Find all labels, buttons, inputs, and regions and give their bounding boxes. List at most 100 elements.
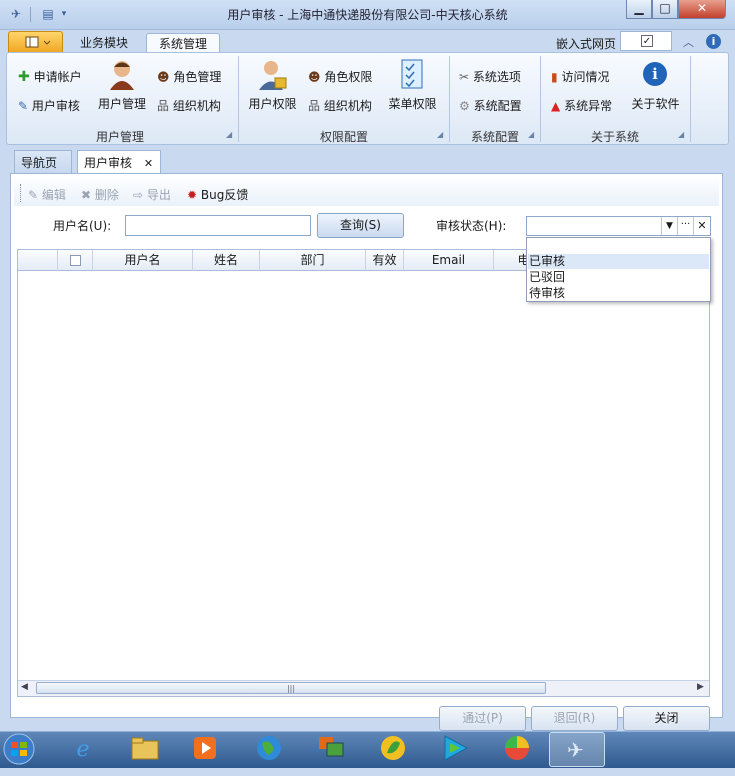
media-player-icon[interactable] bbox=[186, 733, 224, 766]
role-key-icon: ☻ bbox=[308, 70, 321, 84]
dropdown-option-pending[interactable]: 待审核 bbox=[528, 286, 709, 301]
user-audit-button[interactable]: ✎ 用户审核 bbox=[18, 97, 80, 114]
select-all-checkbox[interactable] bbox=[70, 255, 81, 266]
menu-permission-button[interactable]: 菜单权限 bbox=[385, 58, 440, 118]
toolbar bbox=[14, 178, 719, 206]
system-options-button[interactable]: ✂ 系统选项 bbox=[459, 68, 521, 85]
org-button[interactable]: 品 组织机构 bbox=[157, 97, 221, 114]
checklist-icon bbox=[401, 59, 423, 89]
window-title: 用户审核 - 上海中通快递股份有限公司-中天核心系统 bbox=[227, 8, 508, 22]
close-button[interactable]: 关闭 bbox=[623, 706, 710, 731]
group-label-about: 关于系统 bbox=[590, 130, 639, 144]
close-tab-icon[interactable]: ✕ bbox=[144, 157, 153, 170]
column-username[interactable]: 用户名 bbox=[92, 250, 192, 271]
apply-account-button[interactable]: ✚ 申请帐户 bbox=[18, 68, 82, 85]
tab-business-module[interactable]: 业务模块 bbox=[70, 33, 138, 53]
color-ball-app-icon[interactable] bbox=[498, 733, 536, 766]
close-window-button[interactable]: ✕ bbox=[678, 0, 726, 19]
ie-browser-icon[interactable]: ℯ bbox=[64, 733, 102, 766]
toolbar-grip bbox=[20, 184, 22, 202]
folder-icon bbox=[131, 737, 159, 760]
help-icon[interactable]: i bbox=[706, 34, 721, 49]
column-email[interactable]: Email bbox=[403, 250, 493, 271]
reject-button[interactable]: 退回(R) bbox=[531, 706, 618, 731]
dropdown-arrow-icon[interactable]: ▼ bbox=[661, 217, 677, 235]
select-all-column[interactable] bbox=[57, 250, 92, 271]
group-label-user-mgmt: 用户管理 bbox=[95, 130, 144, 144]
scroll-left-icon[interactable]: ◀ bbox=[21, 682, 28, 692]
group-label-sysconf: 系统配置 bbox=[470, 130, 519, 144]
scrollbar-thumb[interactable]: ||| bbox=[36, 682, 546, 694]
active-task-button[interactable]: ✈ bbox=[549, 732, 605, 767]
export-label: 导出 bbox=[146, 188, 171, 202]
org-chart-icon: 品 bbox=[157, 99, 170, 113]
dropdown-option-approved[interactable]: 已审核 bbox=[528, 254, 709, 269]
dialog-launcher-icon[interactable]: ◢ bbox=[226, 131, 234, 139]
role-permission-label: 角色权限 bbox=[324, 70, 373, 84]
system-errors-button[interactable]: ▲ 系统异常 bbox=[551, 97, 612, 114]
tab-user-audit[interactable]: 用户审核 ✕ bbox=[77, 150, 161, 174]
system-config-button[interactable]: ⚙ 系统配置 bbox=[459, 97, 522, 114]
tab-navigation-page[interactable]: 导航页面 bbox=[14, 150, 72, 194]
globe-app-icon[interactable] bbox=[250, 733, 288, 766]
user-permission-label: 用户权限 bbox=[248, 97, 297, 111]
org-chart-icon: 品 bbox=[308, 99, 321, 113]
query-button[interactable]: 查询(S) bbox=[317, 213, 404, 238]
about-software-button[interactable]: i 关于软件 bbox=[628, 58, 683, 118]
ball-icon bbox=[505, 736, 529, 760]
column-valid[interactable]: 有效 bbox=[365, 250, 403, 271]
user-lock-icon bbox=[259, 61, 287, 90]
bar-chart-icon: ▮ bbox=[551, 70, 558, 84]
org-permission-button[interactable]: 品 组织机构 bbox=[308, 97, 372, 114]
application-menu-button[interactable] bbox=[8, 31, 63, 53]
user-grid[interactable] bbox=[17, 249, 710, 697]
delete-icon: ✖ bbox=[81, 188, 92, 202]
dialog-launcher-icon[interactable]: ◢ bbox=[437, 131, 445, 139]
system-errors-label: 系统异常 bbox=[564, 99, 613, 113]
scroll-right-icon[interactable]: ▶ bbox=[697, 682, 704, 692]
dialog-launcher-icon[interactable]: ◢ bbox=[528, 131, 536, 139]
column-department[interactable]: 部门 bbox=[259, 250, 365, 271]
airplane-app-icon: ✈ bbox=[567, 738, 584, 762]
dialog-launcher-icon[interactable]: ◢ bbox=[678, 131, 686, 139]
tab-system-management[interactable]: 系统管理 bbox=[146, 33, 220, 53]
visits-label: 访问情况 bbox=[561, 70, 610, 84]
apply-account-label: 申请帐户 bbox=[33, 70, 82, 84]
collapse-ribbon-icon[interactable]: ︿ bbox=[683, 34, 694, 50]
user-manage-label: 用户管理 bbox=[97, 97, 146, 111]
bug-icon: ✹ bbox=[187, 188, 198, 202]
bug-feedback-button[interactable]: ✹ Bug反馈 bbox=[187, 186, 248, 203]
tools-icon: ✂ bbox=[459, 70, 470, 84]
user-permission-button[interactable]: 用户权限 bbox=[245, 58, 300, 118]
username-input-value bbox=[126, 218, 129, 232]
visits-button[interactable]: ▮ 访问情况 bbox=[551, 68, 609, 85]
clear-icon[interactable]: ✕ bbox=[693, 217, 710, 235]
embed-webpage-checkbox[interactable]: ✓ bbox=[620, 31, 672, 51]
audit-status-value bbox=[527, 219, 530, 233]
username-input[interactable] bbox=[125, 215, 311, 236]
dropdown-option-rejected[interactable]: 已驳回 bbox=[528, 270, 709, 285]
start-button[interactable] bbox=[0, 733, 38, 766]
export-button[interactable]: ⇨ 导出 bbox=[133, 186, 171, 203]
file-explorer-icon[interactable] bbox=[126, 733, 164, 766]
green-app-icon[interactable] bbox=[374, 733, 412, 766]
org-label: 组织机构 bbox=[172, 99, 221, 113]
pass-button[interactable]: 通过(P) bbox=[439, 706, 526, 731]
edit-button[interactable]: ✎ 编辑 bbox=[28, 186, 66, 203]
group-separator bbox=[238, 56, 239, 142]
role-permission-button[interactable]: ☻ 角色权限 bbox=[308, 68, 372, 85]
delete-label: 删除 bbox=[94, 188, 119, 202]
delete-button[interactable]: ✖ 删除 bbox=[81, 186, 119, 203]
video-player-icon[interactable] bbox=[436, 733, 474, 766]
role-manage-button[interactable]: ☻ 角色管理 bbox=[157, 68, 221, 85]
remote-desktop-icon[interactable] bbox=[312, 733, 350, 766]
minimize-button[interactable]: ▁ bbox=[626, 0, 652, 19]
menu-permission-label: 菜单权限 bbox=[388, 97, 437, 111]
column-name[interactable]: 姓名 bbox=[192, 250, 259, 271]
maximize-button[interactable]: □ bbox=[652, 0, 678, 19]
user-manage-button[interactable]: 用户管理 bbox=[97, 58, 147, 118]
pencil-icon: ✎ bbox=[18, 99, 29, 113]
pencil-icon: ✎ bbox=[28, 188, 39, 202]
leaf-icon bbox=[381, 736, 405, 760]
ellipsis-icon[interactable]: ··· bbox=[677, 217, 693, 235]
